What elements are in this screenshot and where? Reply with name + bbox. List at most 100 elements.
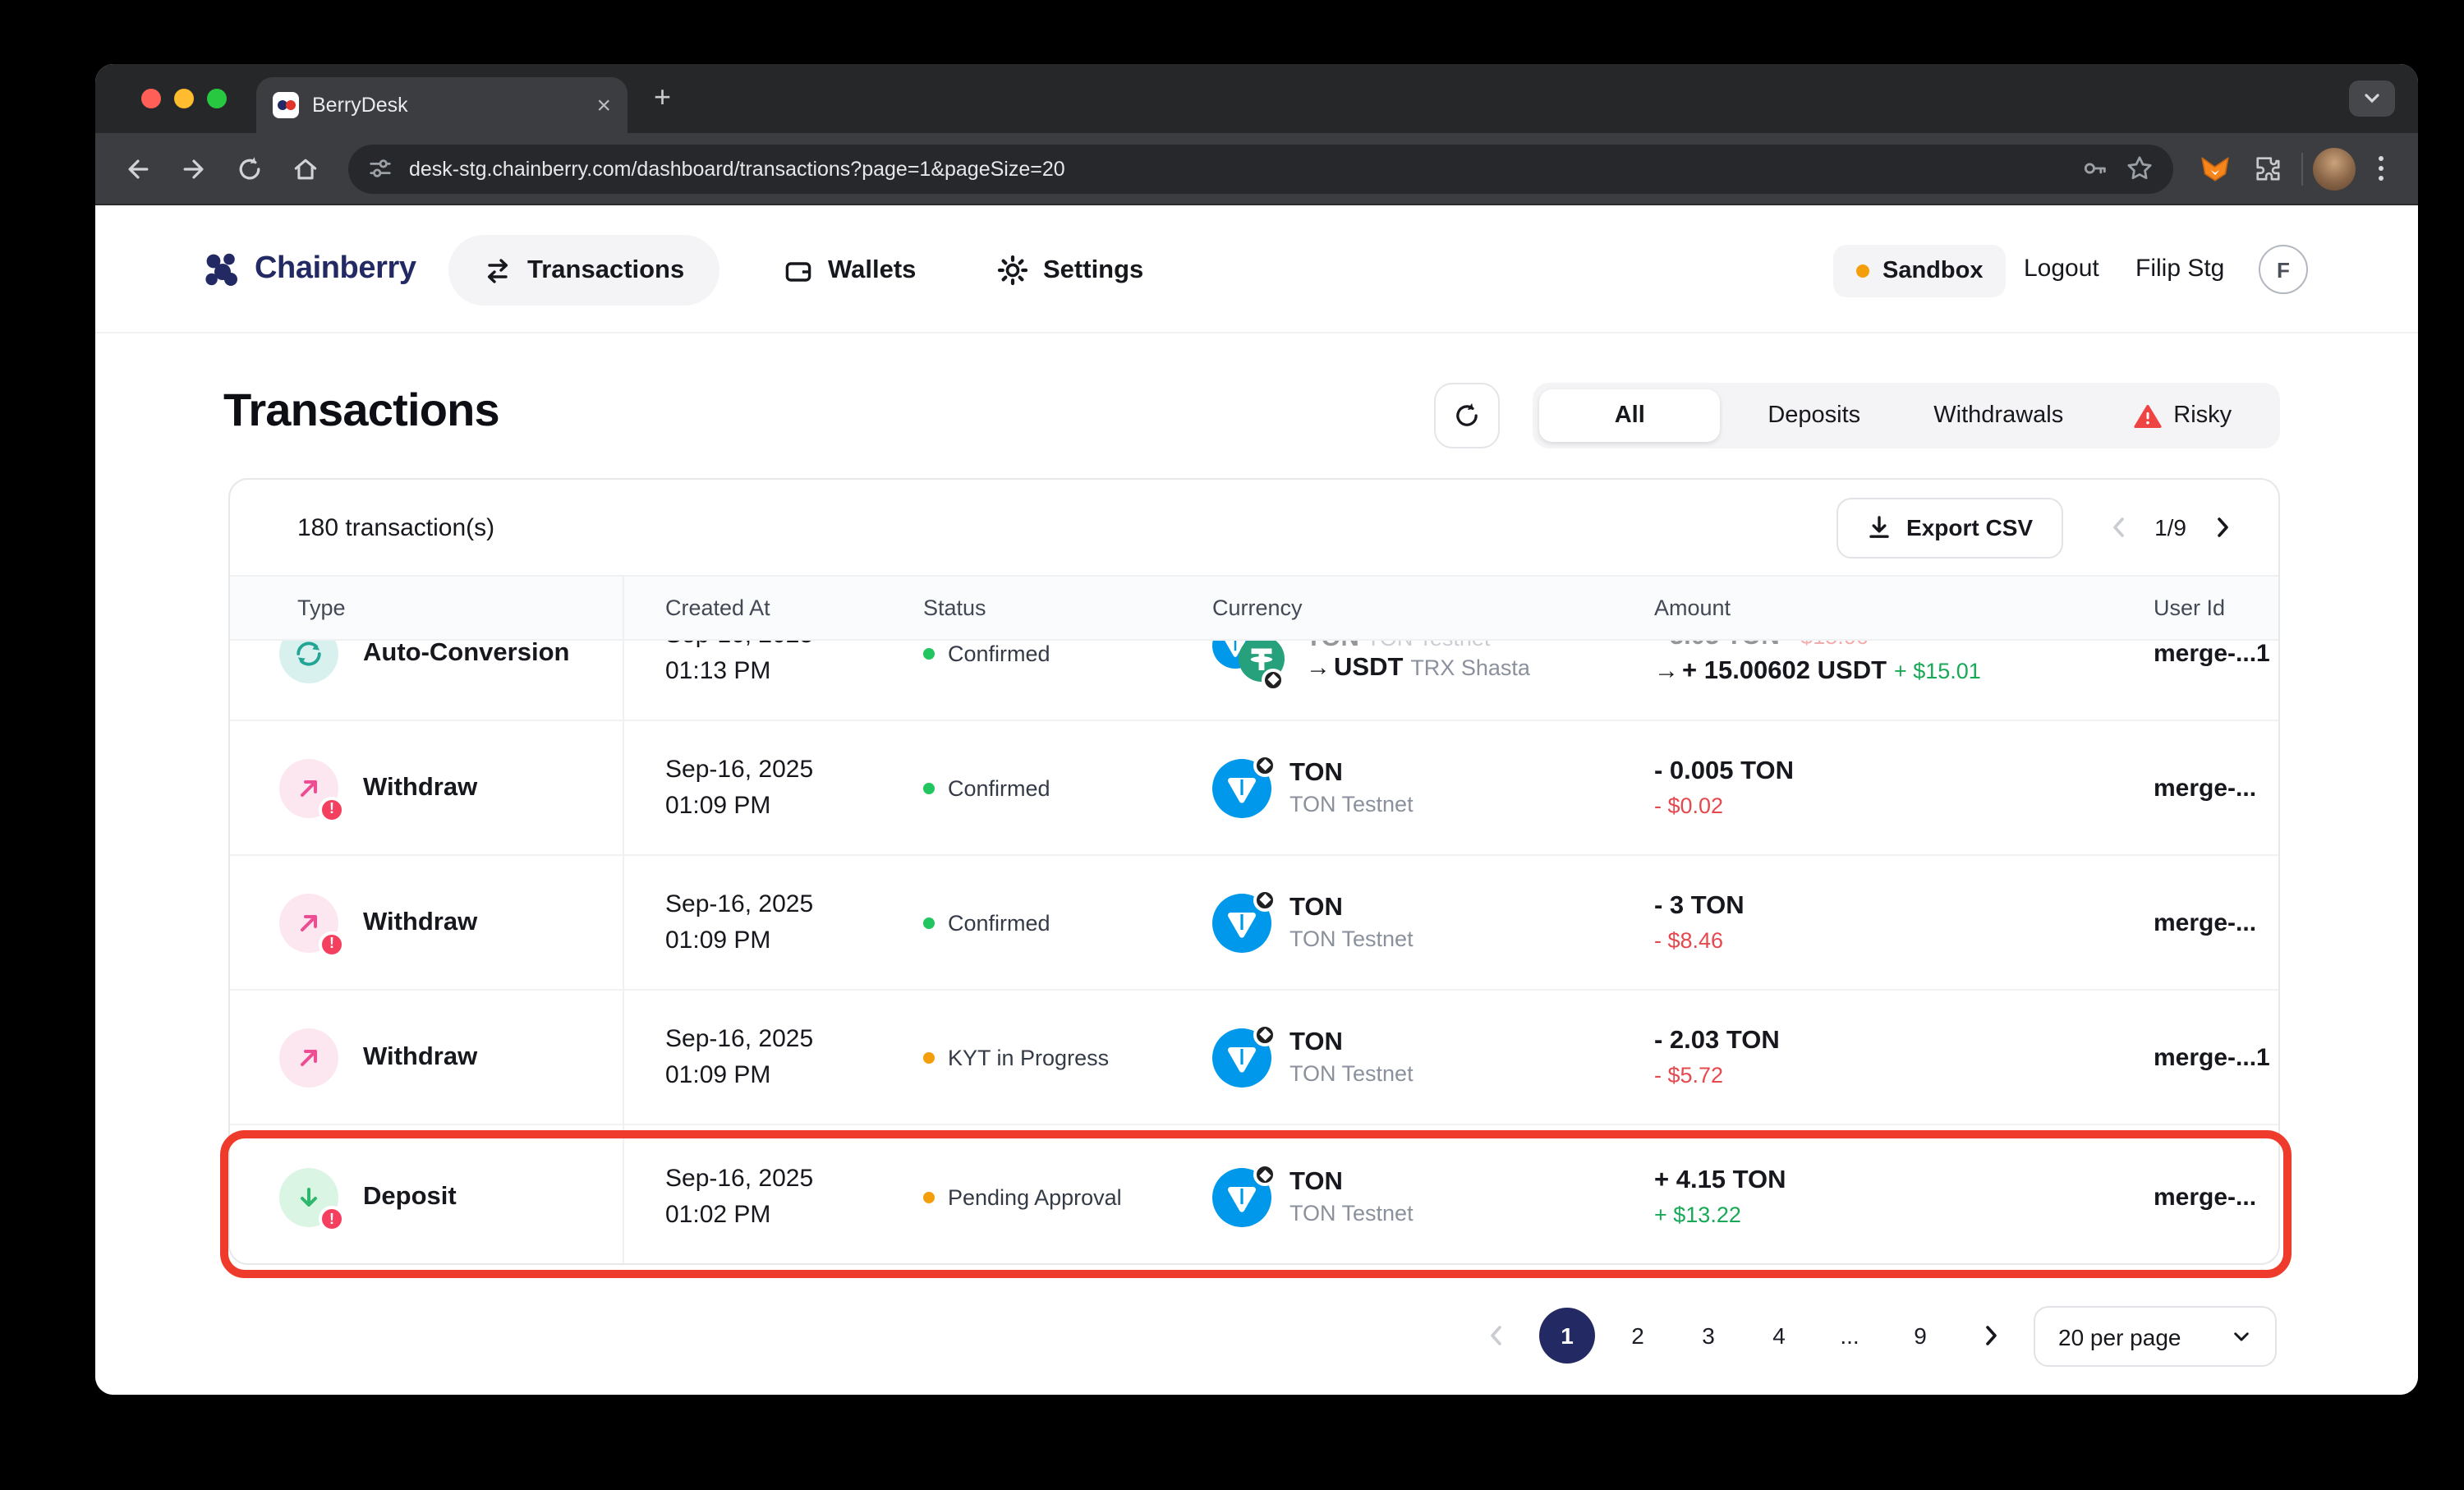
currency-cell: TON TON Testnet →USDT TRX Shasta: [1212, 641, 1530, 686]
table-row-withdraw[interactable]: Withdraw Sep-16, 2025 01:09 PM KYT in Pr…: [230, 991, 2278, 1125]
extensions-puzzle-icon[interactable]: [2242, 144, 2292, 193]
filter-tab-all[interactable]: All: [1539, 389, 1721, 442]
chevron-right-icon[interactable]: [2209, 514, 2236, 540]
table-row-withdraw[interactable]: ! Withdraw Sep-16, 2025 01:09 PM Confirm…: [230, 856, 2278, 991]
status-cell: Pending Approval: [923, 1185, 1122, 1210]
forward-button[interactable]: [168, 142, 220, 195]
screenshot-canvas: BerryDesk × + desk-stg.c: [0, 0, 2464, 1490]
ton-coin-icon: [1212, 1168, 1271, 1227]
page-button-4[interactable]: 4: [1751, 1308, 1807, 1364]
created-at-cell: Sep-16, 2025 01:13 PM: [665, 641, 813, 689]
pagination-prev-button[interactable]: [1469, 1308, 1524, 1364]
status-dot-icon: [923, 917, 935, 928]
risk-warning-badge-icon: !: [319, 796, 345, 822]
per-page-select[interactable]: 20 per page: [2034, 1306, 2277, 1367]
table-body: Auto-Conversion Sep-16, 2025 01:13 PM Co…: [230, 641, 2278, 1265]
zoom-window-button[interactable]: [207, 89, 227, 108]
tab-close-icon[interactable]: ×: [596, 93, 611, 117]
reload-button[interactable]: [223, 142, 276, 195]
page-button-3[interactable]: 3: [1680, 1308, 1736, 1364]
sandbox-badge[interactable]: Sandbox: [1833, 245, 2006, 297]
nav-item-wallets[interactable]: Wallets: [749, 235, 950, 306]
currency-network: TON Testnet: [1289, 1059, 1414, 1088]
chainberry-logo[interactable]: Chainberry: [200, 248, 416, 291]
browser-menu-button[interactable]: [2359, 156, 2402, 181]
page-button-2[interactable]: 2: [1610, 1308, 1666, 1364]
chevron-down-icon: [2231, 1326, 2252, 1347]
site-settings-icon[interactable]: [368, 156, 393, 181]
status-label: Confirmed: [948, 641, 1050, 665]
user-avatar[interactable]: F: [2259, 245, 2308, 294]
type-cell: Auto-Conversion: [279, 641, 569, 683]
browser-tab[interactable]: BerryDesk ×: [256, 77, 627, 133]
transactions-card: 180 transaction(s) Export CSV 1/9 Type: [228, 478, 2280, 1265]
transaction-type: Withdraw: [363, 908, 477, 937]
status-label: Confirmed: [948, 775, 1050, 800]
nav-label: Transactions: [527, 255, 684, 285]
table-pager: 1/9: [2105, 514, 2236, 540]
date-line: Sep-16, 2025: [665, 1021, 813, 1057]
user-id: merge-...1: [2154, 641, 2270, 667]
new-tab-button[interactable]: +: [654, 82, 671, 112]
filter-tab-risky[interactable]: Risky: [2093, 389, 2274, 442]
amount-to-line: →+ 15.00602 USDT + $15.01: [1654, 653, 1981, 688]
tab-search-button[interactable]: [2349, 80, 2395, 117]
date-line: Sep-16, 2025: [665, 886, 813, 922]
currency-cell: TON TON Testnet: [1212, 1026, 1414, 1088]
fox-extension-icon[interactable]: [2190, 144, 2239, 193]
risk-warning-badge-icon: !: [319, 931, 345, 957]
logout-button[interactable]: Logout: [2024, 255, 2099, 283]
ton-coin-icon: [1212, 893, 1271, 952]
export-csv-button[interactable]: Export CSV: [1836, 497, 2062, 558]
table-row-auto-conversion[interactable]: Auto-Conversion Sep-16, 2025 01:13 PM Co…: [230, 641, 2278, 721]
date-line: Sep-16, 2025: [665, 641, 813, 653]
nav-item-settings[interactable]: Settings: [963, 235, 1178, 306]
back-button[interactable]: [112, 142, 164, 195]
currency-symbol: TON: [1289, 756, 1414, 789]
network-badge-icon: [1262, 668, 1285, 691]
network-badge-icon: [1253, 1163, 1276, 1186]
withdraw-icon: [279, 1028, 338, 1087]
pagination-next-button[interactable]: [1963, 1308, 2019, 1364]
withdraw-icon: !: [279, 893, 338, 952]
status-cell: Confirmed: [923, 641, 1050, 665]
download-icon: [1865, 514, 1892, 540]
currency-text: TON TON Testnet →USDT TRX Shasta: [1306, 641, 1530, 683]
page-button-1[interactable]: 1: [1539, 1308, 1595, 1364]
date-line: Sep-16, 2025: [665, 752, 813, 788]
created-at-cell: Sep-16, 2025 01:09 PM: [665, 886, 813, 959]
type-cell: ! Withdraw: [279, 893, 477, 952]
bookmark-star-icon[interactable]: [2126, 154, 2154, 182]
ton-coin-icon: [1212, 1028, 1271, 1087]
created-at-cell: Sep-16, 2025 01:02 PM: [665, 1161, 813, 1234]
created-at-cell: Sep-16, 2025 01:09 PM: [665, 1021, 813, 1093]
address-bar[interactable]: desk-stg.chainberry.com/dashboard/transa…: [348, 144, 2173, 193]
brand-name: Chainberry: [255, 251, 416, 287]
currency-text: TON TON Testnet: [1289, 891, 1414, 954]
conversion-arrow-icon: →: [1654, 656, 1679, 684]
refresh-button[interactable]: [1434, 383, 1500, 448]
password-key-icon[interactable]: [2081, 154, 2109, 182]
filter-tab-deposits[interactable]: Deposits: [1724, 389, 1905, 442]
browser-profile-avatar[interactable]: [2313, 147, 2356, 190]
table-row-deposit[interactable]: ! Deposit Sep-16, 2025 01:02 PM Pending …: [230, 1125, 2278, 1265]
amount-from-line: - 5.05 TON - $15.06: [1654, 641, 1981, 653]
table-row-withdraw[interactable]: ! Withdraw Sep-16, 2025 01:09 PM Confirm…: [230, 721, 2278, 856]
pagination: 1 2 3 4 ... 9: [1469, 1306, 2019, 1365]
page-button-9[interactable]: 9: [1892, 1308, 1948, 1364]
auto-conversion-icon: [279, 641, 338, 683]
nav-item-transactions[interactable]: Transactions: [448, 235, 719, 306]
status-dot-icon: [923, 782, 935, 793]
type-cell: Withdraw: [279, 1028, 477, 1087]
tab-strip: BerryDesk × +: [95, 64, 2418, 133]
filter-label: All: [1615, 402, 1645, 429]
home-button[interactable]: [279, 142, 332, 195]
minimize-window-button[interactable]: [174, 89, 194, 108]
filter-tab-withdrawals[interactable]: Withdrawals: [1908, 389, 2089, 442]
currency-symbol: TON: [1289, 1026, 1414, 1059]
page-title: Transactions: [223, 384, 499, 437]
currency-text: TON TON Testnet: [1289, 1166, 1414, 1229]
chevron-left-icon[interactable]: [2105, 514, 2131, 540]
network-badge-icon: [1253, 753, 1276, 776]
close-window-button[interactable]: [141, 89, 161, 108]
